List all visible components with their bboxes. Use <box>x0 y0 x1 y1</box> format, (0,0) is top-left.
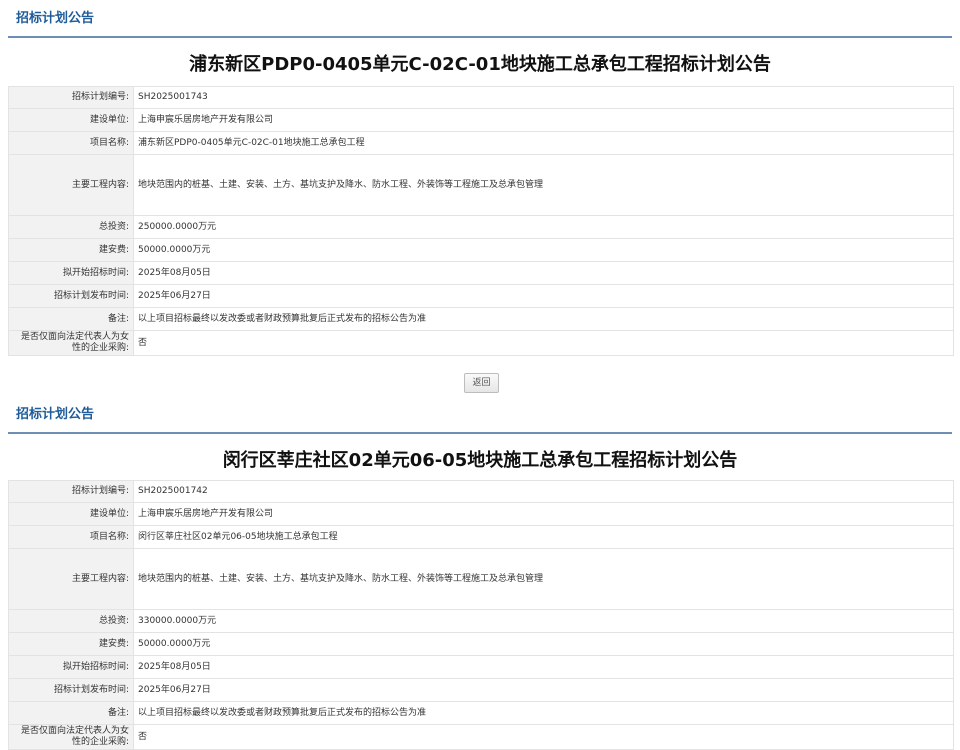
row-value: SH2025001742 <box>133 480 954 503</box>
row-label: 建设单位: <box>8 502 134 526</box>
row-label: 招标计划编号: <box>8 86 134 109</box>
section-header: 招标计划公告 <box>8 0 952 38</box>
row-label: 是否仅面向法定代表人为女性的企业采购: <box>8 724 134 750</box>
row-value: 2025年08月05日 <box>133 261 954 285</box>
table-row: 拟开始招标时间: 2025年08月05日 <box>8 655 954 679</box>
table-row: 备注: 以上项目招标最终以发改委或者财政预算批复后正式发布的招标公告为准 <box>8 307 954 331</box>
row-value: 否 <box>133 724 954 750</box>
row-label: 项目名称: <box>8 131 134 155</box>
row-label: 招标计划发布时间: <box>8 284 134 308</box>
row-value: 50000.0000万元 <box>133 238 954 262</box>
row-label: 建安费: <box>8 632 134 656</box>
row-label: 拟开始招标时间: <box>8 261 134 285</box>
row-label: 备注: <box>8 701 134 725</box>
row-label: 是否仅面向法定代表人为女性的企业采购: <box>8 330 134 356</box>
info-table: 招标计划编号: SH2025001742 建设单位: 上海申宸乐居房地产开发有限公司… <box>8 480 954 750</box>
table-row: 项目名称: 闵行区莘庄社区02单元06-05地块施工总承包工程 <box>8 525 954 549</box>
row-label: 总投资: <box>8 609 134 633</box>
section-title: 招标计划公告 <box>16 407 95 422</box>
row-value: 330000.0000万元 <box>133 609 954 633</box>
row-value: 地块范围内的桩基、土建、安装、土方、基坑支护及降水、防水工程、外装饰等工程施工及… <box>133 154 954 216</box>
table-row: 招标计划发布时间: 2025年06月27日 <box>8 678 954 702</box>
notice-title: 浦东新区PDP0-0405单元C-02C-01地块施工总承包工程招标计划公告 <box>189 54 771 75</box>
row-value: 闵行区莘庄社区02单元06-05地块施工总承包工程 <box>133 525 954 549</box>
row-label: 总投资: <box>8 215 134 239</box>
back-button[interactable]: 返回 <box>464 373 499 393</box>
section-title: 招标计划公告 <box>16 11 95 26</box>
table-row: 拟开始招标时间: 2025年08月05日 <box>8 261 954 285</box>
table-row: 招标计划发布时间: 2025年06月27日 <box>8 284 954 308</box>
row-value: 浦东新区PDP0-0405单元C-02C-01地块施工总承包工程 <box>133 131 954 155</box>
row-value: SH2025001743 <box>133 86 954 109</box>
row-value: 50000.0000万元 <box>133 632 954 656</box>
row-label: 备注: <box>8 307 134 331</box>
table-row: 建设单位: 上海申宸乐居房地产开发有限公司 <box>8 502 954 526</box>
row-value: 否 <box>133 330 954 356</box>
row-label: 主要工程内容: <box>8 154 134 216</box>
table-row: 建安费: 50000.0000万元 <box>8 632 954 656</box>
info-table: 招标计划编号: SH2025001743 建设单位: 上海申宸乐居房地产开发有限公司… <box>8 86 954 356</box>
row-label: 主要工程内容: <box>8 548 134 610</box>
table-row: 主要工程内容: 地块范围内的桩基、土建、安装、土方、基坑支护及降水、防水工程、外装… <box>8 154 954 216</box>
row-value: 250000.0000万元 <box>133 215 954 239</box>
row-label: 建安费: <box>8 238 134 262</box>
notice-title: 闵行区莘庄社区02单元06-05地块施工总承包工程招标计划公告 <box>222 450 738 471</box>
table-row: 项目名称: 浦东新区PDP0-0405单元C-02C-01地块施工总承包工程 <box>8 131 954 155</box>
row-label: 项目名称: <box>8 525 134 549</box>
row-value: 上海申宸乐居房地产开发有限公司 <box>133 502 954 526</box>
table-row: 是否仅面向法定代表人为女性的企业采购: 否 <box>8 724 954 750</box>
row-value: 2025年06月27日 <box>133 284 954 308</box>
row-label: 建设单位: <box>8 108 134 132</box>
table-row: 建安费: 50000.0000万元 <box>8 238 954 262</box>
row-label: 招标计划编号: <box>8 480 134 503</box>
table-row: 招标计划编号: SH2025001743 <box>8 86 954 109</box>
row-label: 招标计划发布时间: <box>8 678 134 702</box>
row-value: 2025年08月05日 <box>133 655 954 679</box>
row-value: 以上项目招标最终以发改委或者财政预算批复后正式发布的招标公告为准 <box>133 307 954 331</box>
row-value: 以上项目招标最终以发改委或者财政预算批复后正式发布的招标公告为准 <box>133 701 954 725</box>
table-row: 总投资: 250000.0000万元 <box>8 215 954 239</box>
row-value: 地块范围内的桩基、土建、安装、土方、基坑支护及降水、防水工程、外装饰等工程施工及… <box>133 548 954 610</box>
row-value: 2025年06月27日 <box>133 678 954 702</box>
table-row: 主要工程内容: 地块范围内的桩基、土建、安装、土方、基坑支护及降水、防水工程、外装… <box>8 548 954 610</box>
table-row: 是否仅面向法定代表人为女性的企业采购: 否 <box>8 330 954 356</box>
table-row: 总投资: 330000.0000万元 <box>8 609 954 633</box>
table-row: 建设单位: 上海申宸乐居房地产开发有限公司 <box>8 108 954 132</box>
row-value: 上海申宸乐居房地产开发有限公司 <box>133 108 954 132</box>
table-row: 备注: 以上项目招标最终以发改委或者财政预算批复后正式发布的招标公告为准 <box>8 701 954 725</box>
section-header: 招标计划公告 <box>8 396 952 434</box>
table-row: 招标计划编号: SH2025001742 <box>8 480 954 503</box>
row-label: 拟开始招标时间: <box>8 655 134 679</box>
